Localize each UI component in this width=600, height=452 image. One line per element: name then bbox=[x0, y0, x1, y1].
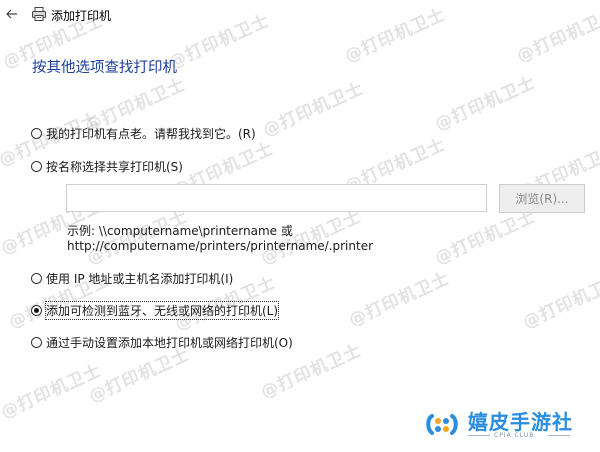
watermark: @打印机卫士 bbox=[342, 4, 449, 67]
window-title: 添加打印机 bbox=[51, 9, 112, 23]
printer-icon bbox=[32, 7, 46, 21]
option-old-printer-label: 我的打印机有点老。请帮我找到它。(R) bbox=[46, 126, 256, 141]
example-text-line-2: http://computername/printers/printername… bbox=[67, 239, 374, 253]
option-shared-printer-by-name[interactable]: 按名称选择共享打印机(S) bbox=[31, 157, 183, 175]
watermark: @打印机卫士 bbox=[432, 72, 539, 135]
watermark: @打印机卫士 bbox=[260, 78, 367, 141]
watermark: @打印机卫士 bbox=[346, 268, 453, 331]
logo-divider bbox=[468, 435, 490, 436]
logo-divider bbox=[548, 435, 570, 436]
example-text-line-1: 示例: \\computername\printername 或 bbox=[67, 224, 293, 238]
option-ip-or-hostname[interactable]: 使用 IP 地址或主机名添加打印机(I) bbox=[31, 269, 233, 287]
logo-subtitle: CPIA CLUB bbox=[494, 432, 535, 439]
option-shared-printer-label: 按名称选择共享打印机(S) bbox=[46, 159, 183, 174]
option-bluetooth-wireless-network-label: 添加可检测到蓝牙、无线或网络的打印机(L) bbox=[44, 300, 280, 320]
radio-ip-or-hostname[interactable] bbox=[31, 272, 42, 284]
watermark: @打印机卫士 bbox=[514, 4, 600, 67]
radio-manual-local-or-network[interactable] bbox=[31, 336, 42, 348]
watermark: @打印机卫士 bbox=[166, 10, 273, 73]
watermark: @打印机卫士 bbox=[520, 270, 600, 333]
page-heading: 按其他选项查找打印机 bbox=[32, 60, 177, 76]
site-logo: 嬉皮手游社 CPIA CLUB bbox=[402, 394, 600, 452]
option-ip-or-hostname-label: 使用 IP 地址或主机名添加打印机(I) bbox=[46, 271, 234, 286]
browse-button[interactable]: 浏览(R)... bbox=[499, 184, 585, 213]
radio-bluetooth-wireless-network[interactable] bbox=[31, 304, 42, 316]
back-arrow-icon[interactable] bbox=[4, 6, 20, 22]
option-manual-local-or-network-label: 通过手动设置添加本地打印机或网络打印机(O) bbox=[46, 335, 293, 350]
option-bluetooth-wireless-network[interactable]: 添加可检测到蓝牙、无线或网络的打印机(L) bbox=[31, 300, 280, 320]
radio-old-printer[interactable] bbox=[31, 127, 42, 139]
option-manual-local-or-network[interactable]: 通过手动设置添加本地打印机或网络打印机(O) bbox=[31, 333, 293, 351]
logo-mark-icon bbox=[426, 414, 458, 435]
watermark: @打印机卫士 bbox=[0, 360, 105, 423]
radio-shared-printer[interactable] bbox=[31, 160, 42, 172]
option-old-printer[interactable]: 我的打印机有点老。请帮我找到它。(R) bbox=[31, 124, 256, 142]
shared-printer-name-input[interactable] bbox=[66, 184, 487, 212]
logo-name: 嬉皮手游社 bbox=[468, 410, 573, 434]
add-printer-dialog: @打印机卫士 @打印机卫士 @打印机卫士 @打印机卫士 @打印机卫士 @打印机卫… bbox=[0, 0, 600, 452]
